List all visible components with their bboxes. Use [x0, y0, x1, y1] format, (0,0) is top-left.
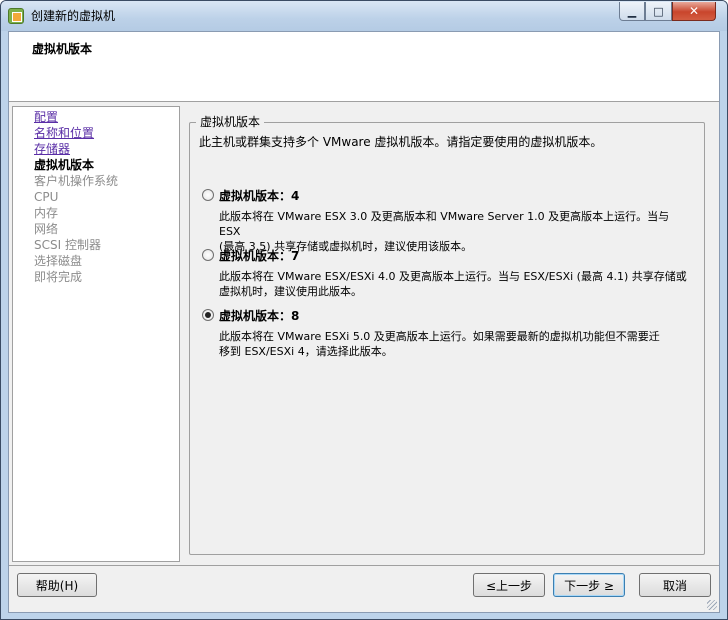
option-desc-line: 移到 ESX/ESXi 4，请选择此版本。	[219, 345, 393, 358]
close-icon: ✕	[688, 4, 700, 18]
minimize-icon: ▁	[627, 4, 637, 18]
footer-divider	[9, 565, 719, 566]
step-network: 网络	[34, 222, 59, 236]
radio-version-7[interactable]	[202, 249, 214, 261]
maximize-button[interactable]: □	[645, 2, 672, 21]
next-button[interactable]: 下一步 ≥	[553, 573, 625, 597]
option-desc-line: 此版本将在 VMware ESX/ESXi 4.0 及更高版本上运行。当与 ES…	[219, 270, 687, 283]
option-label-version-4[interactable]: 虚拟机版本：4	[219, 187, 299, 204]
help-button[interactable]: 帮助(H)	[17, 573, 97, 597]
step-guest-os: 客户机操作系统	[34, 174, 119, 188]
radio-version-4[interactable]	[202, 189, 214, 201]
vsphere-app-icon	[8, 8, 24, 24]
wizard-step-list: 配置 名称和位置 存储器 虚拟机版本 客户机操作系统 CPU 内存 网络 SCS…	[12, 106, 180, 562]
step-vm-version: 虚拟机版本	[34, 158, 95, 172]
step-storage[interactable]: 存储器	[34, 141, 70, 157]
resize-grip[interactable]	[707, 600, 717, 610]
option-label-version-7[interactable]: 虚拟机版本：7	[219, 247, 299, 264]
group-label: 虚拟机版本	[196, 113, 265, 130]
intro-text: 此主机或群集支持多个 VMware 虚拟机版本。请指定要使用的虚拟机版本。	[199, 135, 603, 149]
option-desc-line: 此版本将在 VMware ESX 3.0 及更高版本和 VMware Serve…	[219, 210, 670, 238]
step-name-location[interactable]: 名称和位置	[34, 125, 94, 141]
option-label-version-8[interactable]: 虚拟机版本：8	[219, 307, 299, 324]
option-desc-version-8: 此版本将在 VMware ESXi 5.0 及更高版本上运行。如果需要最新的虚拟…	[219, 329, 689, 359]
step-cpu: CPU	[34, 190, 59, 204]
option-desc-line: 此版本将在 VMware ESXi 5.0 及更高版本上运行。如果需要最新的虚拟…	[219, 330, 660, 343]
page-title: 虚拟机版本	[32, 42, 93, 56]
title-bar[interactable]: 创建新的虚拟机 ▁ □ ✕	[1, 1, 727, 31]
minimize-button[interactable]: ▁	[619, 2, 645, 21]
wizard-header: 虚拟机版本	[9, 32, 719, 102]
option-desc-version-7: 此版本将在 VMware ESX/ESXi 4.0 及更高版本上运行。当与 ES…	[219, 269, 689, 299]
cancel-button[interactable]: 取消	[639, 573, 711, 597]
step-select-disk: 选择磁盘	[34, 254, 83, 268]
close-button[interactable]: ✕	[672, 2, 716, 21]
back-button[interactable]: ≤上一步	[473, 573, 545, 597]
wizard-client-area: 虚拟机版本 配置 名称和位置 存储器 虚拟机版本 客户机操作系统 CPU 内存 …	[8, 31, 720, 613]
step-configuration[interactable]: 配置	[34, 109, 58, 125]
option-desc-line: 虚拟机时，建议使用此版本。	[219, 285, 362, 298]
radio-version-8[interactable]	[202, 309, 214, 321]
maximize-icon: □	[653, 4, 664, 18]
window-title: 创建新的虚拟机	[31, 9, 116, 23]
step-memory: 内存	[34, 206, 59, 220]
step-scsi-controller: SCSI 控制器	[34, 238, 101, 252]
step-ready-to-complete: 即将完成	[34, 270, 83, 284]
wizard-window: 创建新的虚拟机 ▁ □ ✕ 虚拟机版本 配置 名称和位置 存储器 虚拟机版本 客…	[0, 0, 728, 620]
